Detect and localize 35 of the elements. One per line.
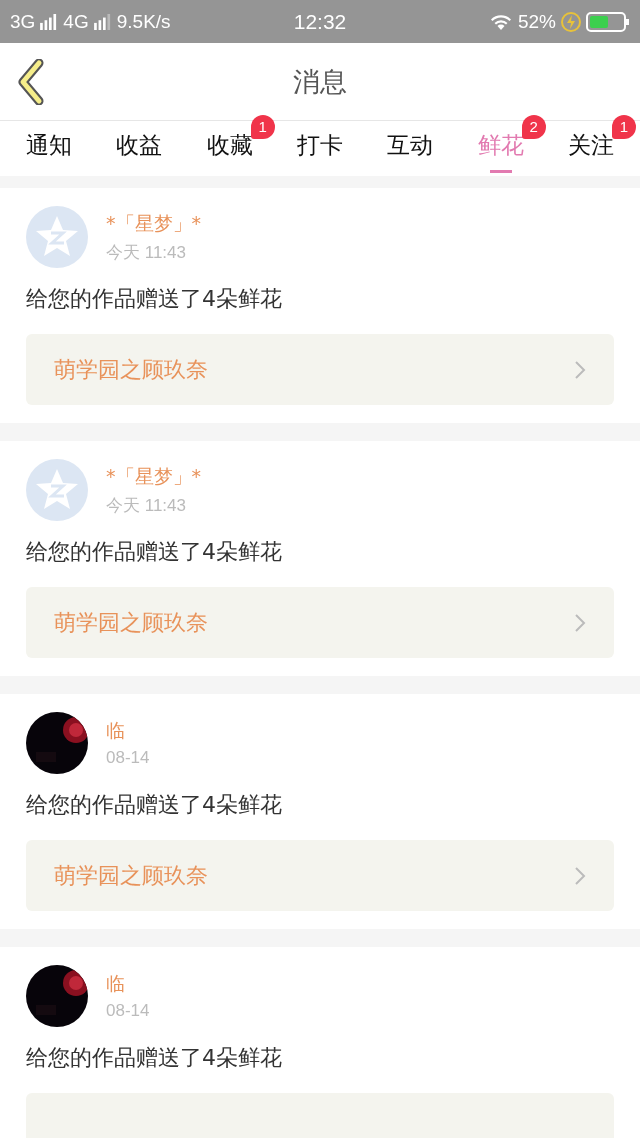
tab[interactable]: 通知 bbox=[12, 121, 86, 173]
message-text: 给您的作品赠送了4朵鲜花 bbox=[26, 791, 283, 819]
tab[interactable]: 互动 bbox=[373, 121, 448, 173]
chevron-icon bbox=[574, 359, 586, 380]
sender-name: *「星梦」* bbox=[106, 210, 201, 236]
count-badge: 2 bbox=[521, 115, 546, 139]
clock: 12:32 bbox=[293, 9, 347, 34]
message-text: 给您的作品赠送了4朵鲜花 bbox=[26, 285, 283, 313]
sender-name: *「星梦」* bbox=[106, 463, 201, 489]
chevron-icon bbox=[574, 865, 586, 886]
tab[interactable]: 打卡 bbox=[283, 121, 357, 173]
avatar-icon bbox=[26, 206, 88, 268]
count-badge: 1 bbox=[611, 115, 636, 139]
signal-icon bbox=[93, 13, 112, 30]
charging-icon bbox=[561, 11, 581, 32]
sender-name: 临 bbox=[106, 971, 126, 996]
battery-icon bbox=[586, 11, 630, 32]
network-speed: 9.5K/s bbox=[116, 10, 171, 33]
wifi-icon bbox=[488, 12, 513, 31]
tab[interactable]: 收益 bbox=[102, 121, 177, 173]
signal-icon bbox=[40, 13, 59, 30]
avatar-icon bbox=[26, 459, 88, 521]
message-time: 今天 11:43 bbox=[106, 494, 187, 517]
page-title: 消息 bbox=[293, 64, 347, 99]
network-label: 3G bbox=[10, 10, 36, 33]
message-time: 08-14 bbox=[106, 1001, 150, 1021]
network-label: 4G bbox=[63, 10, 89, 33]
message-time: 08-14 bbox=[106, 748, 150, 768]
sender-name: 临 bbox=[106, 718, 126, 743]
battery-percent: 52% bbox=[517, 10, 556, 33]
message-text: 给您的作品赠送了4朵鲜花 bbox=[26, 1044, 283, 1072]
message-text: 给您的作品赠送了4朵鲜花 bbox=[26, 538, 283, 566]
message-time: 今天 11:43 bbox=[106, 241, 187, 264]
chevron-icon bbox=[574, 612, 586, 633]
count-badge: 1 bbox=[250, 115, 275, 139]
